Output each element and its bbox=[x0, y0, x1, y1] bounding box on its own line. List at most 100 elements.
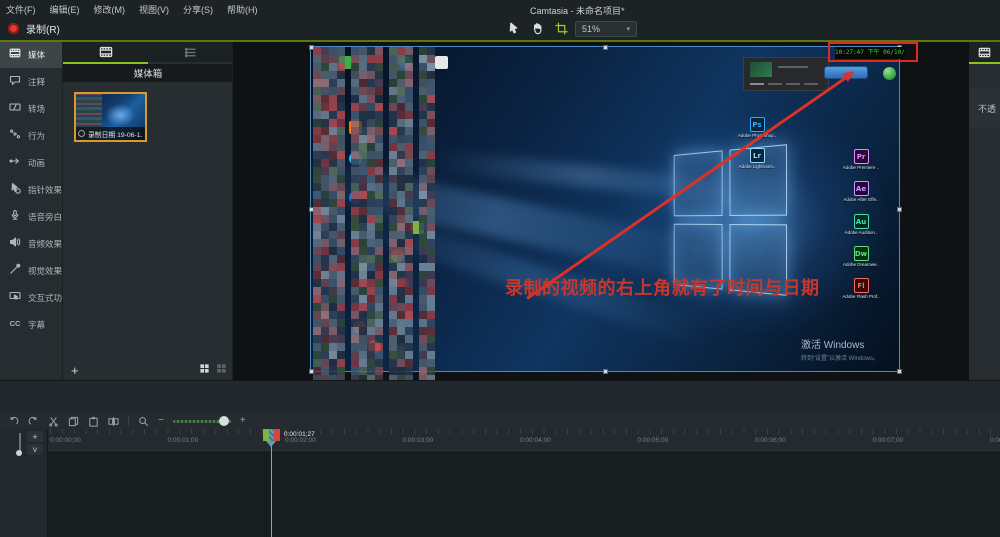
zoom-timeline-icon bbox=[138, 416, 149, 427]
list-view-button[interactable] bbox=[216, 361, 227, 379]
playhead-out-handle[interactable] bbox=[274, 429, 280, 441]
pointer-tool-button[interactable] bbox=[506, 21, 521, 36]
opacity-label: 不透 bbox=[978, 102, 996, 115]
sidebar-item-annotations[interactable]: 注释 bbox=[0, 68, 62, 95]
redo-button[interactable] bbox=[28, 416, 39, 427]
grid-view-button[interactable] bbox=[199, 361, 210, 379]
resize-handle[interactable] bbox=[309, 45, 314, 50]
add-track-button[interactable]: + bbox=[27, 431, 43, 442]
playhead-handle[interactable] bbox=[263, 429, 280, 441]
desktop-icon bbox=[883, 67, 896, 80]
ruler-label: 0:00:02;00 bbox=[285, 437, 316, 444]
zoom-out-button[interactable]: − bbox=[158, 416, 164, 426]
timeline-ruler[interactable]: 0:00:00;00 0:00:01;00 0:00:02;00 0:00:03;00… bbox=[48, 429, 1000, 450]
collapse-tracks-button[interactable]: ˅ bbox=[27, 444, 43, 455]
pan-tool-button[interactable] bbox=[530, 21, 545, 36]
annotation-text[interactable]: 录制的视频的右上角就有了时间与日期 bbox=[505, 274, 815, 300]
ruler-label: 0:00:01;00 bbox=[168, 437, 199, 444]
sidebar-item-label: 注释 bbox=[28, 76, 45, 88]
animation-icon bbox=[9, 154, 21, 172]
annotation-rectangle[interactable]: 10:27:47 下午 06/10/2019 bbox=[828, 42, 918, 62]
ruler-label: 0:00:03;00 bbox=[403, 437, 434, 444]
sidebar-item-interactivity[interactable]: 交互式功能 bbox=[0, 284, 62, 311]
tab-library[interactable] bbox=[148, 42, 233, 62]
mic-icon bbox=[9, 208, 21, 226]
sidebar-item-captions[interactable]: CC 字幕 bbox=[0, 311, 62, 338]
resize-handle[interactable] bbox=[897, 207, 902, 212]
ruler-label: 0:00:04;00 bbox=[520, 437, 551, 444]
sidebar-item-label: 音频效果 bbox=[28, 238, 62, 250]
playhead-line[interactable] bbox=[271, 443, 272, 537]
title-bar: 文件(F)编辑(E)修改(M)视图(V)分享(S)帮助(H) Camtasia … bbox=[0, 0, 1000, 40]
wand-icon bbox=[9, 262, 21, 280]
sidebar-item-voice-narration[interactable]: 语音旁白 bbox=[0, 203, 62, 230]
record-icon bbox=[8, 23, 19, 34]
menu-item[interactable]: 视图(V) bbox=[139, 3, 169, 16]
add-media-button[interactable]: + bbox=[71, 364, 79, 377]
desktop-icon-pr: PrAdobe Premiere .. bbox=[841, 149, 881, 170]
resize-handle[interactable] bbox=[309, 369, 314, 374]
crop-tool-button[interactable] bbox=[554, 21, 569, 36]
paste-button[interactable] bbox=[88, 416, 99, 427]
menu-item[interactable]: 帮助(H) bbox=[227, 3, 258, 16]
split-button[interactable] bbox=[108, 416, 119, 427]
ruler-label: 0:00:00;00 bbox=[50, 437, 81, 444]
track-scale-handle[interactable] bbox=[16, 450, 22, 456]
timeline-zoom-handle[interactable] bbox=[219, 416, 229, 426]
media-clip-thumbnail[interactable]: 录制日期 19-06-1... bbox=[74, 92, 147, 142]
menu-item[interactable]: 编辑(E) bbox=[50, 3, 80, 16]
ruler-label: 0:00:07;00 bbox=[873, 437, 904, 444]
ruler-label: 0:00:08;00 bbox=[990, 437, 1000, 444]
chevron-down-icon: ▾ bbox=[626, 25, 630, 33]
timeline-tracks[interactable] bbox=[48, 450, 1000, 537]
sidebar-item-transitions[interactable]: 转场 bbox=[0, 95, 62, 122]
interact-icon bbox=[9, 289, 21, 307]
undo-button[interactable] bbox=[8, 416, 19, 427]
toolbar-divider bbox=[128, 416, 129, 426]
sidebar-item-label: 行为 bbox=[28, 130, 45, 142]
sidebar-item-label: 语音旁白 bbox=[28, 211, 62, 223]
cut-button[interactable] bbox=[48, 416, 59, 427]
media-panel-bottom-bar: + bbox=[63, 360, 233, 380]
resize-handle[interactable] bbox=[897, 369, 902, 374]
sidebar-item-cursor-effects[interactable]: 指针效果 bbox=[0, 176, 62, 203]
resize-handle[interactable] bbox=[603, 369, 608, 374]
zoom-in-button[interactable]: + bbox=[240, 416, 246, 426]
resize-handle[interactable] bbox=[603, 45, 608, 50]
copy-button[interactable] bbox=[68, 416, 79, 427]
cc-icon: CC bbox=[9, 316, 21, 334]
menu-bar: 文件(F) 编辑(E) 修改(M) 视图(V) 分享(S) 帮助(H) bbox=[6, 0, 258, 18]
media-panel-tabs bbox=[63, 42, 233, 62]
desktop-icon-dw: DwAdobe Dreamwe.. bbox=[841, 246, 881, 267]
record-button[interactable]: 录制(R) bbox=[8, 21, 60, 36]
zoom-level-select[interactable]: 51% ▾ bbox=[575, 21, 637, 37]
canvas-tool-group bbox=[506, 21, 569, 36]
video-canvas[interactable]: 激活 Windows 转到“设置”以激活 Windows。 PsAdobe Ph… bbox=[311, 47, 899, 371]
recorder-popup bbox=[743, 57, 829, 91]
sidebar-item-label: 动画 bbox=[28, 157, 45, 169]
timeline-toolbar: − + bbox=[0, 413, 1000, 429]
menu-item[interactable]: 分享(S) bbox=[183, 3, 213, 16]
sidebar-item-media[interactable]: 媒体 bbox=[0, 42, 62, 68]
sidebar-item-animations[interactable]: 动画 bbox=[0, 149, 62, 176]
sidebar-item-visual-effects[interactable]: 视觉效果 bbox=[0, 257, 62, 284]
playhead-time-label: 0:00:01;27 bbox=[284, 431, 315, 438]
recording-icon bbox=[78, 130, 85, 137]
menu-item[interactable]: 修改(M) bbox=[94, 3, 126, 16]
track-header-column: + ˅ bbox=[0, 429, 48, 537]
film-icon bbox=[9, 46, 21, 64]
view-toggle-group bbox=[199, 361, 227, 379]
mosaic-strip bbox=[389, 47, 413, 391]
resize-handle[interactable] bbox=[309, 207, 314, 212]
menu-item[interactable]: 文件(F) bbox=[6, 3, 36, 16]
timeline-zoom-slider[interactable] bbox=[173, 420, 231, 423]
svg-text:CC: CC bbox=[10, 318, 21, 327]
sidebar-item-behaviors[interactable]: 行为 bbox=[0, 122, 62, 149]
properties-tab[interactable] bbox=[969, 42, 1000, 62]
playhead-pointer bbox=[266, 441, 276, 447]
speaker-icon bbox=[9, 235, 21, 253]
sidebar-item-label: 字幕 bbox=[28, 319, 45, 331]
tab-media-bin[interactable] bbox=[63, 42, 148, 62]
sidebar-item-audio-effects[interactable]: 音频效果 bbox=[0, 230, 62, 257]
media-clip-label-bar: 录制日期 19-06-1... bbox=[76, 127, 145, 140]
